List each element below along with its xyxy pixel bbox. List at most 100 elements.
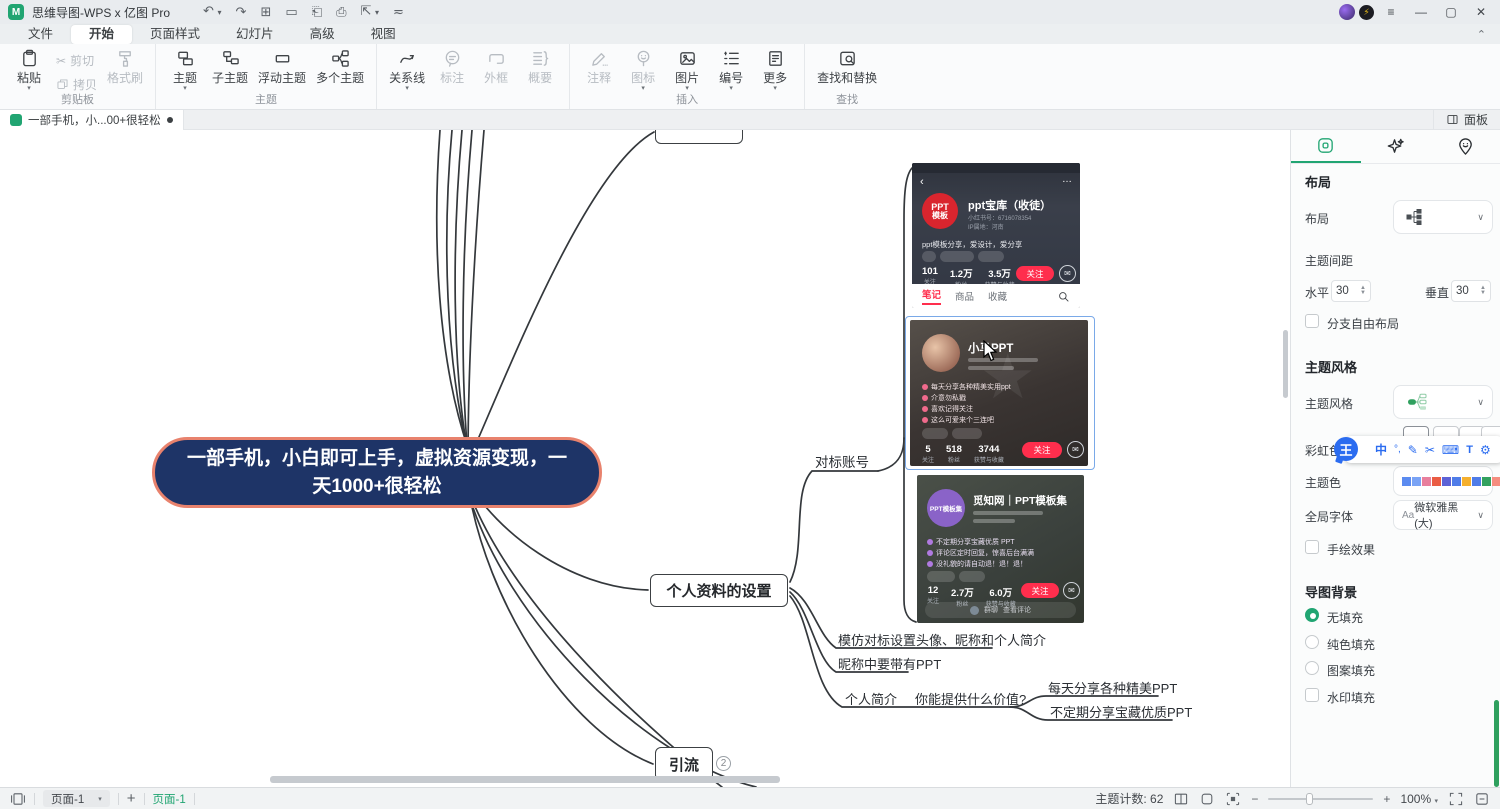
summary-button[interactable]: 概要 bbox=[523, 49, 557, 86]
fullscreen-icon[interactable] bbox=[1448, 791, 1464, 807]
print-button[interactable]: ⎙ bbox=[329, 1, 353, 23]
node-value-question[interactable]: 你能提供什么价值? bbox=[915, 689, 1026, 708]
ime-toolbar[interactable]: 王 中 °, ✎ ✂ ⌨ T ⚙ bbox=[1345, 436, 1500, 463]
free-layout-checkbox[interactable] bbox=[1305, 314, 1319, 328]
hamburger-menu-icon[interactable]: ≡ bbox=[1378, 5, 1404, 19]
ime-settings-gear-icon[interactable]: ⚙ bbox=[1480, 443, 1491, 457]
restore-button[interactable]: ▢ bbox=[1438, 5, 1464, 19]
subtopic-button[interactable]: 子主题 bbox=[212, 49, 248, 86]
comment-button[interactable]: 注释 bbox=[582, 49, 616, 86]
theme-color-dropdown[interactable]: ∨ bbox=[1393, 466, 1493, 496]
theme-style-dropdown[interactable]: ∨ bbox=[1393, 385, 1493, 419]
tab-ai-panel[interactable] bbox=[1361, 130, 1431, 163]
zoom-level-dropdown[interactable]: 100% ▾ bbox=[1400, 792, 1438, 806]
relation-line-button[interactable]: 关系线▾ bbox=[389, 49, 425, 91]
callout-button[interactable]: 标注 bbox=[435, 49, 469, 86]
vertical-scrollbar[interactable] bbox=[1283, 330, 1288, 398]
ime-badge[interactable]: 王 bbox=[1334, 437, 1358, 461]
page-fit-icon[interactable] bbox=[1199, 791, 1215, 807]
clipped-top-node[interactable] bbox=[655, 130, 743, 144]
center-topic-icon[interactable] bbox=[1225, 791, 1241, 807]
redo-button[interactable]: ↷ bbox=[229, 1, 254, 23]
ime-lang-toggle[interactable]: 中 bbox=[1375, 441, 1387, 458]
ime-punctuation-icon[interactable]: °, bbox=[1394, 444, 1401, 455]
undo-button[interactable]: ↶ ▾ bbox=[196, 0, 229, 24]
tab-view[interactable]: 视图 bbox=[353, 25, 414, 44]
open-file-button[interactable]: ▭ bbox=[278, 1, 304, 23]
tab-style-panel[interactable] bbox=[1291, 130, 1361, 163]
paste-button[interactable]: 粘贴▾ bbox=[12, 49, 46, 91]
node-benchmark-account[interactable]: 对标账号 bbox=[815, 451, 869, 471]
sidebar-scrollbar[interactable] bbox=[1494, 700, 1499, 787]
mindmap-canvas[interactable]: 一部手机，小白即可上手，虚拟资源变现，一天1000+很轻松 对标账号 个人资料的… bbox=[0, 130, 1290, 787]
vertical-spacing-stepper[interactable]: 30▲▼ bbox=[1451, 280, 1491, 302]
ime-scissors-icon[interactable]: ✂ bbox=[1425, 443, 1435, 457]
horizontal-scrollbar[interactable] bbox=[270, 776, 780, 783]
add-page-button[interactable]: + bbox=[127, 790, 136, 807]
panel-toggle-button[interactable]: 面板 bbox=[1433, 110, 1500, 130]
tab-home[interactable]: 开始 bbox=[71, 25, 132, 44]
icon-button[interactable]: 图标▾ bbox=[626, 49, 660, 91]
floating-topic-button[interactable]: 浮动主题 bbox=[258, 49, 306, 86]
zoom-out-button[interactable]: − bbox=[1251, 792, 1258, 806]
solid-fill-radio[interactable] bbox=[1305, 635, 1319, 649]
title-bar: M 思维导图-WPS x 亿图 Pro ↶ ▾ ↷ ⊞ ▭ ⎗ ⎙ ⇱ ▾ ≂ … bbox=[0, 0, 1500, 24]
node-profile-setup[interactable]: 个人资料的设置 bbox=[650, 574, 788, 607]
collapse-statusbar-icon[interactable] bbox=[1474, 791, 1490, 807]
node-daily-share[interactable]: 每天分享各种精美PPT bbox=[1048, 678, 1177, 697]
no-fill-radio[interactable] bbox=[1305, 608, 1319, 622]
collapsed-children-badge[interactable]: 2 bbox=[716, 756, 731, 771]
document-tab[interactable]: 一部手机，小...00+很轻松 bbox=[0, 110, 184, 130]
format-painter-button[interactable]: 格式刷 bbox=[107, 49, 143, 86]
ime-pen-icon[interactable]: ✎ bbox=[1408, 443, 1418, 457]
layout-dropdown[interactable]: ∨ bbox=[1393, 200, 1493, 234]
node-imitate-benchmark[interactable]: 模仿对标设置头像、昵称和个人简介 bbox=[838, 630, 1046, 649]
zoom-in-button[interactable]: + bbox=[1383, 792, 1390, 806]
member-badge-icon[interactable]: ⚡ bbox=[1359, 5, 1374, 20]
page-tab[interactable]: 页面-1 bbox=[153, 791, 186, 807]
tab-file[interactable]: 文件 bbox=[10, 25, 71, 44]
horizontal-spacing-stepper[interactable]: 30▲▼ bbox=[1331, 280, 1371, 302]
outline-view-icon[interactable] bbox=[1173, 791, 1189, 807]
no-fill-label: 无填充 bbox=[1327, 609, 1363, 626]
collapse-ribbon-icon[interactable]: ⌃ bbox=[1477, 28, 1486, 41]
tab-sticker-panel[interactable] bbox=[1430, 130, 1500, 163]
node-treasure-share[interactable]: 不定期分享宝藏优质PPT bbox=[1050, 702, 1192, 721]
new-file-button[interactable]: ⊞ bbox=[253, 1, 278, 23]
more-button[interactable]: 更多▾ bbox=[758, 49, 792, 91]
user-avatar[interactable] bbox=[1339, 4, 1355, 20]
close-button[interactable]: ✕ bbox=[1468, 5, 1494, 19]
screenshot-pptbaoku[interactable]: ‹ … PPT 模板 ppt宝库（收徒） 小红书号：6716078354 IP属… bbox=[912, 163, 1080, 308]
zoom-slider-thumb[interactable] bbox=[1306, 793, 1313, 805]
picture-button[interactable]: 图片▾ bbox=[670, 49, 704, 91]
save-button[interactable]: ⎗ bbox=[305, 1, 329, 23]
zoom-slider[interactable] bbox=[1268, 798, 1373, 800]
pages-icon[interactable] bbox=[10, 791, 26, 807]
node-nickname-ppt[interactable]: 昵称中要带有PPT bbox=[838, 654, 941, 673]
watermark-fill-checkbox[interactable] bbox=[1305, 688, 1319, 702]
tab-advanced[interactable]: 高级 bbox=[292, 25, 353, 44]
share-button[interactable]: ⇱ ▾ bbox=[353, 0, 386, 24]
pattern-fill-radio[interactable] bbox=[1305, 661, 1319, 675]
tab-page-style[interactable]: 页面样式 bbox=[132, 25, 218, 44]
profile-name: 觅知网｜PPT模板集 bbox=[973, 493, 1067, 508]
customize-toolbar-button[interactable]: ≂ bbox=[386, 1, 411, 23]
ime-keyboard-icon[interactable]: ⌨ bbox=[1442, 443, 1459, 457]
tab-slides[interactable]: 幻灯片 bbox=[218, 25, 292, 44]
watermark-fill-label: 水印填充 bbox=[1327, 689, 1375, 706]
node-personal-bio[interactable]: 个人简介 bbox=[845, 689, 897, 708]
minimize-button[interactable]: — bbox=[1408, 5, 1434, 19]
page-selector-dropdown[interactable]: 页面-1▾ bbox=[43, 790, 110, 807]
multiple-topics-button[interactable]: 多个主题 bbox=[316, 49, 364, 86]
screenshot-mizhiwang[interactable]: PPT模板集 觅知网｜PPT模板集 不定期分享宝藏优质 PPT 评论区定时回复，… bbox=[917, 475, 1084, 623]
hand-drawn-checkbox[interactable] bbox=[1305, 540, 1319, 554]
topic-button[interactable]: 主题▾ bbox=[168, 49, 202, 91]
comment-bar: 群聊 查看评论 bbox=[925, 602, 1076, 618]
find-replace-button[interactable]: 查找和替换 bbox=[817, 49, 877, 86]
global-font-dropdown[interactable]: Aa 微软雅黑 (大) ∨ bbox=[1393, 500, 1493, 530]
central-topic-node[interactable]: 一部手机，小白即可上手，虚拟资源变现，一天1000+很轻松 bbox=[152, 437, 602, 508]
cut-button[interactable]: ✂剪切 bbox=[56, 52, 97, 69]
outer-frame-button[interactable]: 外框 bbox=[479, 49, 513, 86]
ime-skin-icon[interactable]: T bbox=[1466, 444, 1473, 456]
numbering-button[interactable]: 编号▾ bbox=[714, 49, 748, 91]
